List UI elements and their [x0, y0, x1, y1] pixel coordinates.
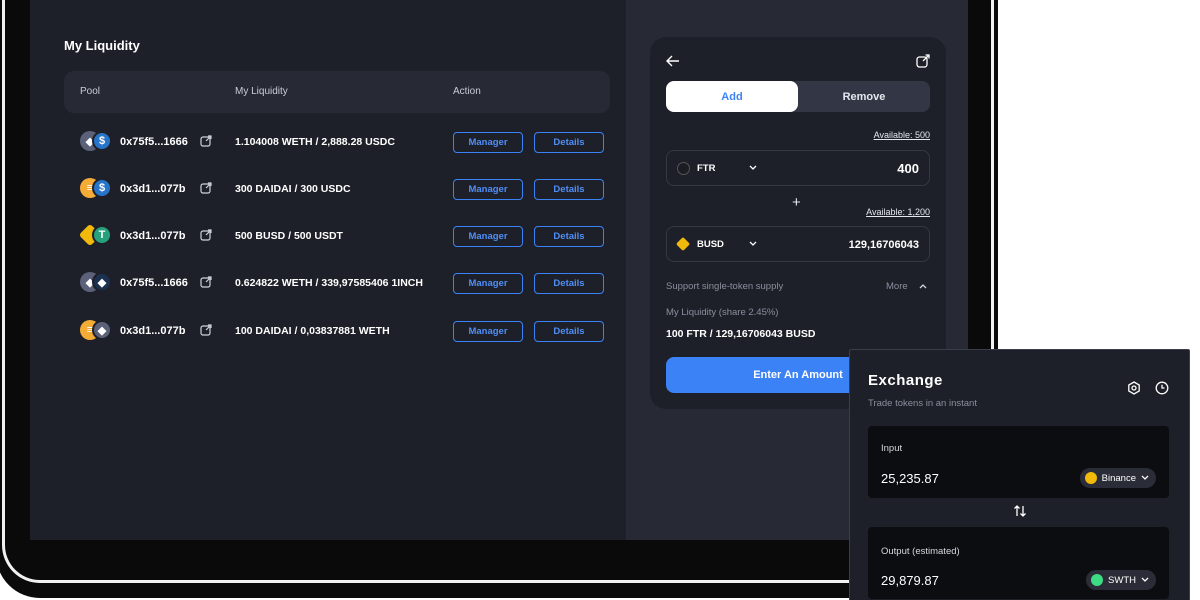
output-box[interactable]: Output (estimated) 29,879.87 SWTH	[868, 527, 1169, 599]
token1-field[interactable]: FTR 400	[666, 150, 930, 186]
share-text: My Liquidity (share 2.45%)	[666, 307, 779, 318]
table-row: ◆ $ 0x75f5...1666 1.104008 WETH / 2,888.…	[64, 122, 610, 162]
busd-token-icon	[675, 236, 691, 252]
chevron-down-icon[interactable]	[749, 241, 757, 247]
table-row: ◆ ◆ 0x75f5...1666 0.624822 WETH / 339,97…	[64, 263, 610, 303]
settings-icon[interactable]	[1127, 381, 1141, 395]
usdc-token-icon: $	[92, 131, 112, 151]
external-link-icon[interactable]	[200, 229, 212, 241]
input-label: Input	[881, 443, 903, 454]
token2-field[interactable]: BUSD 129,16706043	[666, 226, 930, 262]
pool-address: 0x3d1...077b	[120, 230, 186, 242]
table-row: ≡ ◆ 0x3d1...077b 100 DAIDAI / 0,03837881…	[64, 311, 610, 351]
clock-icon[interactable]	[1155, 381, 1169, 395]
manager-button[interactable]: Manager	[453, 179, 523, 200]
column-action: Action	[453, 86, 481, 97]
pool-liquidity: 500 BUSD / 500 USDT	[235, 230, 343, 242]
output-token-select[interactable]: SWTH	[1086, 570, 1156, 590]
share-amount: 100 FTR / 129,16706043 BUSD	[666, 328, 816, 340]
1inch-token-icon: ◆	[92, 272, 112, 292]
column-pool: Pool	[80, 86, 101, 97]
external-link-icon[interactable]	[916, 54, 930, 68]
token1-amount[interactable]: 400	[897, 161, 919, 176]
input-box[interactable]: Input 25,235.87 Binance	[868, 426, 1169, 498]
exchange-title: Exchange	[868, 372, 943, 389]
input-value[interactable]: 25,235.87	[881, 471, 939, 486]
input-token-select[interactable]: Binance	[1079, 468, 1156, 488]
table-row: ≡ $ 0x3d1...077b 300 DAIDAI / 300 USDC M…	[64, 169, 610, 209]
exchange-widget: Exchange Trade tokens in an instant Inpu…	[849, 349, 1190, 600]
section-title: My Liquidity	[64, 38, 140, 53]
details-button[interactable]: Details	[534, 179, 604, 200]
output-value: 29,879.87	[881, 573, 939, 588]
external-link-icon[interactable]	[200, 135, 212, 147]
available-balance-2[interactable]: Available: 1,200	[866, 207, 930, 217]
exchange-subtitle: Trade tokens in an instant	[868, 398, 977, 409]
binance-icon	[1084, 472, 1097, 484]
swth-icon	[1091, 574, 1104, 586]
available-balance-1[interactable]: Available: 500	[874, 130, 930, 140]
external-link-icon[interactable]	[200, 276, 212, 288]
eth-token-icon: ◆	[92, 320, 112, 340]
output-token-label: SWTH	[1108, 574, 1136, 586]
tab-add[interactable]: Add	[666, 81, 798, 112]
chevron-down-icon	[1141, 577, 1149, 582]
usdc-token-icon: $	[92, 178, 112, 198]
pool-liquidity: 1.104008 WETH / 2,888.28 USDC	[235, 136, 395, 148]
manager-button[interactable]: Manager	[453, 273, 523, 294]
add-remove-toggle: Add Remove	[666, 81, 930, 112]
external-link-icon[interactable]	[200, 182, 212, 194]
more-toggle[interactable]: More	[886, 281, 908, 292]
support-text: Support single-token supply	[666, 281, 784, 292]
chevron-down-icon[interactable]	[749, 165, 757, 171]
arrow-left-icon[interactable]	[666, 55, 680, 67]
pool-liquidity: 0.624822 WETH / 339,97585406 1INCH	[235, 277, 423, 289]
pool-address: 0x3d1...077b	[120, 183, 186, 195]
details-button[interactable]: Details	[534, 132, 604, 153]
input-token-label: Binance	[1101, 472, 1136, 484]
chevron-down-icon	[1141, 475, 1149, 480]
external-link-icon[interactable]	[200, 324, 212, 336]
manager-button[interactable]: Manager	[453, 132, 523, 153]
chevron-up-icon[interactable]	[919, 283, 927, 289]
usdt-token-icon: T	[92, 225, 112, 245]
token1-symbol: FTR	[697, 163, 716, 174]
pool-address: 0x3d1...077b	[120, 325, 186, 337]
manager-button[interactable]: Manager	[453, 226, 523, 247]
table-header: Pool My Liquidity Action	[64, 71, 610, 113]
details-button[interactable]: Details	[534, 226, 604, 247]
pool-liquidity: 100 DAIDAI / 0,03837881 WETH	[235, 325, 390, 337]
details-button[interactable]: Details	[534, 273, 604, 294]
pool-liquidity: 300 DAIDAI / 300 USDC	[235, 183, 351, 195]
plus-icon: +	[792, 194, 801, 211]
column-my-liquidity: My Liquidity	[235, 86, 288, 97]
pool-address: 0x75f5...1666	[120, 277, 188, 289]
token2-symbol: BUSD	[697, 239, 724, 250]
ftr-token-icon	[677, 162, 690, 175]
table-row: T 0x3d1...077b 500 BUSD / 500 USDT Manag…	[64, 216, 610, 256]
pool-address: 0x75f5...1666	[120, 136, 188, 148]
output-label: Output (estimated)	[881, 546, 960, 557]
manager-button[interactable]: Manager	[453, 321, 523, 342]
swap-arrows-icon[interactable]	[1013, 504, 1027, 518]
details-button[interactable]: Details	[534, 321, 604, 342]
token2-amount[interactable]: 129,16706043	[849, 239, 919, 251]
tab-remove[interactable]: Remove	[798, 81, 930, 112]
